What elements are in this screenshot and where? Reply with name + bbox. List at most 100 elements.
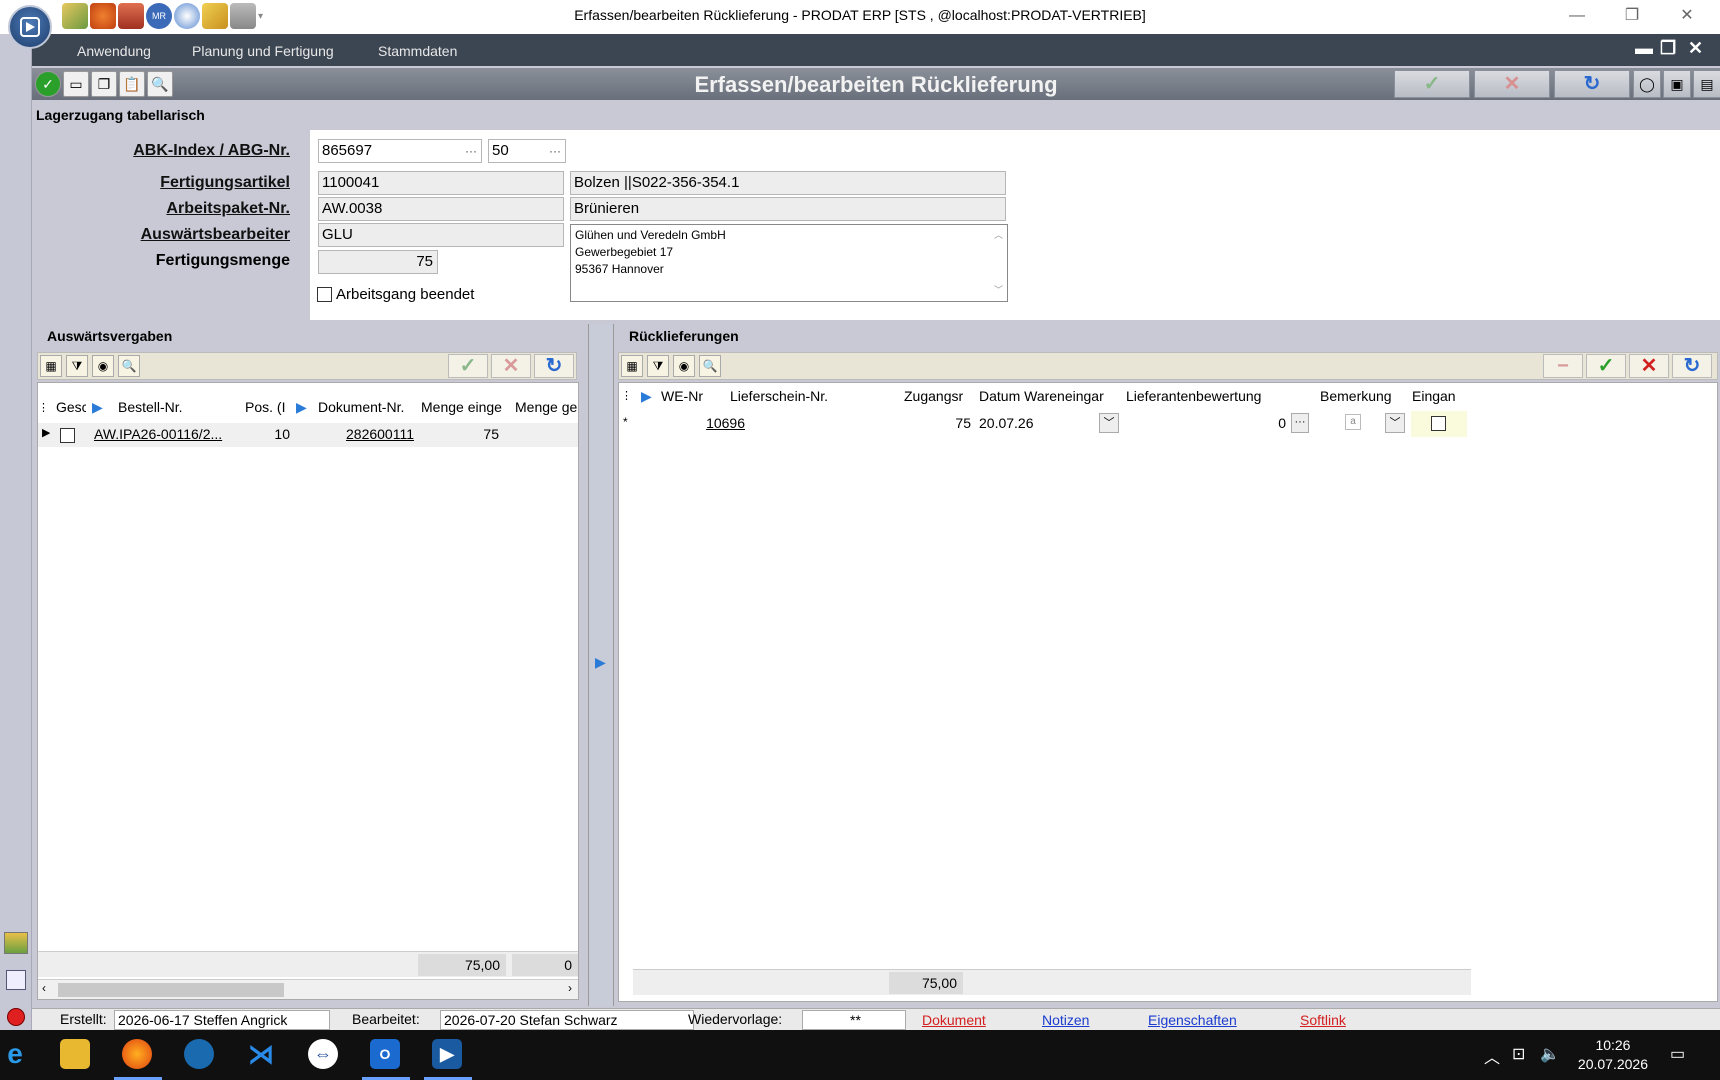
left-horizontal-scrollbar[interactable]: ‹ › bbox=[38, 979, 578, 999]
bestell-nr-cell[interactable]: AW.IPA26-00116/2... bbox=[94, 426, 230, 442]
col-header-datum-wareneingang[interactable]: Datum Wareneingar bbox=[979, 388, 1109, 404]
stop-icon[interactable] bbox=[7, 1008, 25, 1026]
outlook-icon[interactable]: O bbox=[370, 1039, 400, 1069]
prodat-taskbar-icon[interactable]: ▶ bbox=[432, 1039, 462, 1069]
col-header-dokument-nr[interactable]: Dokument-Nr. bbox=[318, 399, 418, 415]
mdi-close-button[interactable]: ✕ bbox=[1688, 38, 1703, 59]
export-icon[interactable]: ▤ bbox=[1693, 70, 1720, 98]
abg-nr-field[interactable]: 50 ··· bbox=[488, 139, 566, 163]
right-grid-delete-button[interactable]: − bbox=[1543, 354, 1583, 378]
vscode-icon[interactable]: ⋊ bbox=[246, 1039, 276, 1069]
view-icon[interactable]: ◉ bbox=[92, 355, 114, 377]
grid-layout-icon[interactable]: ▦ bbox=[40, 355, 62, 377]
tray-expand-icon[interactable]: ︿ bbox=[1484, 1044, 1500, 1068]
panel-splitter[interactable]: ▶ bbox=[588, 324, 614, 1006]
splitter-arrow-icon[interactable]: ▶ bbox=[595, 654, 606, 671]
file-explorer-icon[interactable] bbox=[60, 1039, 90, 1069]
close-button[interactable]: ✕ bbox=[1665, 4, 1709, 28]
link-dokument[interactable]: Dokument bbox=[922, 1012, 986, 1028]
col-header-bemerkung[interactable]: Bemerkung bbox=[1320, 388, 1402, 404]
link-eigenschaften[interactable]: Eigenschaften bbox=[1148, 1012, 1237, 1028]
menu-planung-und-fertigung[interactable]: Planung und Fertigung bbox=[192, 43, 334, 59]
col-header-gesc[interactable]: Gesc bbox=[56, 399, 86, 415]
label-arbeitspaket[interactable]: Arbeitspaket-Nr. bbox=[40, 200, 290, 218]
package-icon[interactable]: ▣ bbox=[1663, 70, 1691, 98]
scroll-right-icon[interactable]: › bbox=[568, 981, 572, 995]
link-softlink[interactable]: Softlink bbox=[1300, 1012, 1346, 1028]
left-sidebar-strip bbox=[0, 34, 32, 1030]
scrollbar-thumb[interactable] bbox=[58, 983, 284, 997]
arbeitsgang-beendet-checkbox[interactable] bbox=[317, 287, 332, 302]
notes-icon[interactable] bbox=[6, 970, 26, 990]
label-fertigungsartikel[interactable]: Fertigungsartikel bbox=[40, 174, 290, 192]
teamviewer-icon[interactable]: ⇔ bbox=[308, 1039, 338, 1069]
wiedervorlage-value[interactable]: ** bbox=[802, 1010, 906, 1030]
col-header-lieferantenbewertung[interactable]: Lieferantenbewertung bbox=[1126, 388, 1296, 404]
scroll-down-icon[interactable]: ﹀ bbox=[994, 282, 1003, 299]
col-header-lieferschein-nr[interactable]: Lieferschein-Nr. bbox=[730, 388, 880, 404]
refresh-button[interactable]: ↻ bbox=[1554, 70, 1630, 98]
menu-stammdaten[interactable]: Stammdaten bbox=[378, 43, 457, 59]
link-notizen[interactable]: Notizen bbox=[1042, 1012, 1089, 1028]
prodat-logo-icon[interactable] bbox=[8, 5, 52, 49]
filter-icon[interactable]: ⧩ bbox=[66, 355, 88, 377]
left-grid-cancel-button[interactable]: ✕ bbox=[491, 354, 531, 378]
menu-anwendung[interactable]: Anwendung bbox=[77, 43, 151, 59]
left-grid-confirm-button[interactable]: ✓ bbox=[448, 354, 488, 378]
grid-layout-icon[interactable]: ▦ bbox=[621, 355, 643, 377]
gesc-checkbox[interactable] bbox=[60, 428, 75, 443]
address-line-3: 95367 Hannover bbox=[575, 262, 664, 276]
col-header-zugang[interactable]: Zugangsr bbox=[904, 388, 970, 404]
left-grid-refresh-button[interactable]: ↻ bbox=[534, 354, 574, 378]
table-row[interactable]: ▶ AW.IPA26-00116/2... 10 282600111 75 bbox=[38, 423, 578, 447]
find-icon[interactable]: 🔍 bbox=[699, 355, 721, 377]
bewertung-cell[interactable]: 0 bbox=[1126, 415, 1286, 431]
col-header-pos[interactable]: Pos. (I bbox=[245, 399, 287, 415]
app-icon[interactable] bbox=[184, 1039, 214, 1069]
notifications-icon[interactable]: ▭ bbox=[1670, 1044, 1685, 1064]
view-icon[interactable]: ◉ bbox=[673, 355, 695, 377]
scroll-up-icon[interactable]: ︿ bbox=[994, 227, 1003, 244]
col-header-eingang[interactable]: Eingan bbox=[1412, 388, 1466, 404]
datum-cell[interactable]: 20.07.26 bbox=[979, 415, 1099, 431]
label-auswaertsbearbeiter[interactable]: Auswärtsbearbeiter bbox=[40, 226, 290, 244]
datum-dropdown-icon[interactable]: ﹀ bbox=[1099, 413, 1119, 433]
abk-lookup-icon[interactable]: ··· bbox=[465, 140, 477, 162]
table-row[interactable]: * 10696 75 20.07.26 ﹀ 0 ··· a ﹀ bbox=[619, 411, 1469, 437]
find-icon[interactable]: 🔍 bbox=[118, 355, 140, 377]
mdi-minimize-button[interactable]: ▬ bbox=[1635, 38, 1653, 59]
col-header-bestell-nr[interactable]: Bestell-Nr. bbox=[118, 399, 218, 415]
cancel-button[interactable]: ✕ bbox=[1474, 70, 1550, 98]
arbeitsgang-beendet-label: Arbeitsgang beendet bbox=[336, 286, 475, 303]
abk-index-field[interactable]: 865697 ··· bbox=[318, 139, 482, 163]
we-nr-cell[interactable]: 10696 bbox=[641, 415, 745, 431]
firefox-icon[interactable] bbox=[122, 1039, 152, 1069]
label-abk-index[interactable]: ABK-Index / ABG-Nr. bbox=[40, 142, 290, 160]
confirm-button[interactable]: ✓ bbox=[1394, 70, 1470, 98]
minimize-button[interactable]: — bbox=[1555, 4, 1599, 28]
zugang-cell[interactable]: 75 bbox=[889, 415, 971, 431]
right-grid-refresh-button[interactable]: ↻ bbox=[1672, 354, 1712, 378]
internet-explorer-icon[interactable]: e bbox=[0, 1039, 30, 1069]
restore-button[interactable]: ❐ bbox=[1610, 4, 1654, 28]
eingang-checkbox[interactable] bbox=[1431, 416, 1446, 431]
network-icon[interactable]: ⊡ bbox=[1512, 1044, 1525, 1064]
right-grid-confirm-button[interactable]: ✓ bbox=[1586, 354, 1626, 378]
col-header-we-nr[interactable]: WE-Nr bbox=[661, 388, 721, 404]
bemerkung-cell[interactable]: a bbox=[1345, 414, 1361, 430]
filter-icon[interactable]: ⧩ bbox=[647, 355, 669, 377]
help-icon[interactable]: ◯ bbox=[1633, 70, 1661, 98]
right-grid-cancel-button[interactable]: ✕ bbox=[1629, 354, 1669, 378]
taskbar-clock[interactable]: 10:26 20.07.2026 bbox=[1578, 1036, 1648, 1074]
volume-icon[interactable]: 🔈 bbox=[1540, 1044, 1560, 1064]
abg-lookup-icon[interactable]: ··· bbox=[549, 140, 561, 162]
dokument-nr-cell[interactable]: 282600111 bbox=[296, 426, 414, 442]
col-header-menge-eingegangen[interactable]: Menge einge bbox=[421, 399, 505, 415]
bewertung-lookup-icon[interactable]: ··· bbox=[1291, 413, 1309, 433]
col-header-menge-ge[interactable]: Menge ge bbox=[515, 399, 579, 415]
mdi-restore-button[interactable]: ❐ bbox=[1660, 38, 1676, 59]
bemerkung-dropdown-icon[interactable]: ﹀ bbox=[1385, 413, 1405, 433]
scroll-left-icon[interactable]: ‹ bbox=[42, 981, 46, 995]
artikel-nr-field: 1100041 bbox=[318, 171, 564, 195]
add-document-icon[interactable] bbox=[4, 932, 28, 954]
